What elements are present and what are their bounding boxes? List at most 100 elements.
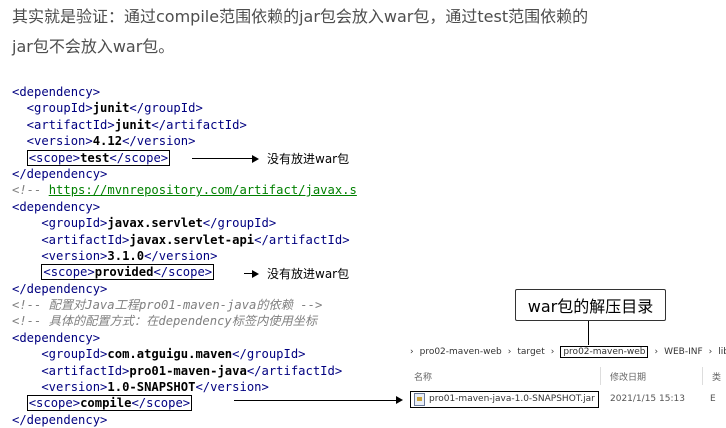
intro-line-1: 其实就是验证：通过compile范围依赖的jar包会放入war包，通过test范… [12,7,589,26]
code-tag: </scope> [131,396,191,411]
code-tag: </version> [195,380,269,395]
code-tag: </groupId> [129,101,203,116]
chevron-right-icon: › [550,347,555,357]
code-tag: <dependency> [12,199,101,214]
arrow-line [244,273,252,274]
code-tag: <groupId> [12,101,93,116]
code-tag: </dependency> [12,281,108,296]
code-tag: </version> [144,248,218,263]
breadcrumb-item[interactable]: target [517,347,544,357]
code-value: 3.1.0 [107,248,145,263]
code-tag: </scope> [153,265,213,280]
code-line: <version>3.1.0</version> [12,248,357,264]
code-line: <!-- 配置对Java工程pro01-maven-java的依赖 --> [12,297,357,313]
intro-paragraph: 其实就是验证：通过compile范围依赖的jar包会放入war包，通过test范… [12,2,718,62]
war-unzip-callout: war包的解压目录 [515,289,666,321]
arrow-line [234,399,396,401]
code-tag: </artifactId> [246,363,343,378]
breadcrumb-item-highlighted[interactable]: pro02-maven-web [560,346,649,358]
column-header-type[interactable]: 类 [712,370,721,383]
code-tag: <scope> [28,396,81,411]
code-tag: </dependency> [12,412,108,427]
code-value: com.atguigu.maven [107,347,233,362]
code-tag: </artifactId> [254,232,350,247]
test-scope-note: 没有放进war包 [267,152,350,166]
chevron-right-icon: › [410,347,414,357]
code-value: junit [92,101,130,116]
code-value: pro01-maven-java [129,363,247,378]
code-line: <artifactId>junit</artifactId> [12,117,357,133]
file-explorer-snippet: › pro02-maven-web › target › pro02-maven… [410,340,726,423]
code-line: <!-- https://mvnrepository.com/artifact/… [12,182,357,198]
code-tag: </version> [122,134,196,149]
code-tag: <version> [12,248,108,263]
code-value: javax.servlet [107,216,203,231]
code-line: <artifactId>javax.servlet-api</artifactI… [12,232,357,248]
code-link[interactable]: https://mvnrepository.com/artifact/javax… [49,183,357,197]
file-name: pro01-maven-java-1.0-SNAPSHOT.jar [429,394,595,404]
code-tag: <scope> [28,150,81,165]
test-scope-arrow: 没有放进war包 [192,150,349,167]
chevron-right-icon: › [507,347,512,357]
code-value: junit [114,117,152,132]
code-value: provided [94,265,154,280]
provided-scope-note: 没有放进war包 [267,267,350,281]
code-value: 1.0-SNAPSHOT [107,380,196,395]
arrow-head-icon [252,269,259,278]
column-divider [702,367,703,385]
code-value: javax.servlet-api [129,232,255,247]
code-value: 4.12 [92,134,123,149]
code-tag: <artifactId> [12,117,115,132]
pom-code-block: <dependency> <groupId>junit</groupId> <a… [12,84,357,428]
chevron-right-icon: › [708,347,713,357]
code-line: <groupId>junit</groupId> [12,100,357,116]
arrow-line [192,158,252,159]
code-tag: <artifactId> [12,232,130,247]
code-value: test [80,150,110,165]
code-tag: </groupId> [202,216,277,231]
intro-line-2: jar包不会放入war包。 [12,37,175,56]
code-tag: <version> [12,380,108,395]
code-tag: <groupId> [12,347,108,362]
breadcrumb-item[interactable]: WEB-INF [664,347,703,357]
code-tag: <dependency> [12,330,101,345]
code-line: </dependency> [12,166,357,182]
column-divider [600,367,601,385]
scope-highlight-box: <scope>provided</scope> [41,264,215,281]
breadcrumb: › pro02-maven-web › target › pro02-maven… [410,346,726,358]
code-line: <groupId>com.atguigu.maven</groupId> [12,346,357,362]
code-line: <groupId>javax.servlet</groupId> [12,215,357,231]
provided-scope-arrow: 没有放进war包 [244,265,349,282]
column-header-date[interactable]: 修改日期 [610,370,646,383]
scope-highlight-box: <scope>compile</scope> [26,395,193,412]
breadcrumb-item[interactable]: lib [718,347,726,357]
chevron-right-icon: › [654,347,659,357]
code-tag: <groupId> [12,216,108,231]
column-headers: 名称 修改日期 类 [410,370,726,384]
scope-highlight-box: <scope>test</scope> [26,149,171,166]
code-tag: <version> [12,134,93,149]
code-comment: <!-- 配置对Java工程pro01-maven-java的依赖 --> [12,298,323,313]
file-row[interactable]: pro01-maven-java-1.0-SNAPSHOT.jar 2021/1… [410,390,726,408]
code-line: <dependency> [12,199,357,215]
arrow-head-icon [396,396,403,404]
code-tag: </dependency> [12,166,108,181]
file-type: E [710,394,716,404]
jar-file-icon [414,392,425,406]
breadcrumb-item[interactable]: pro02-maven-web [420,347,502,357]
code-tag: <scope> [43,265,95,280]
code-line: <artifactId>pro01-maven-java</artifactId… [12,363,357,379]
code-value: compile [80,396,132,411]
code-line: <!-- 具体的配置方式：在dependency标签内使用坐标 [12,313,357,329]
file-name-box[interactable]: pro01-maven-java-1.0-SNAPSHOT.jar [410,390,599,408]
code-tag: <dependency> [12,85,101,99]
code-tag: <artifactId> [12,363,130,378]
column-header-name[interactable]: 名称 [414,370,432,383]
code-line: </dependency> [12,281,357,297]
code-line: <version>1.0-SNAPSHOT</version> [12,379,357,395]
code-comment: <!-- [12,183,49,198]
code-tag: </artifactId> [151,117,247,132]
